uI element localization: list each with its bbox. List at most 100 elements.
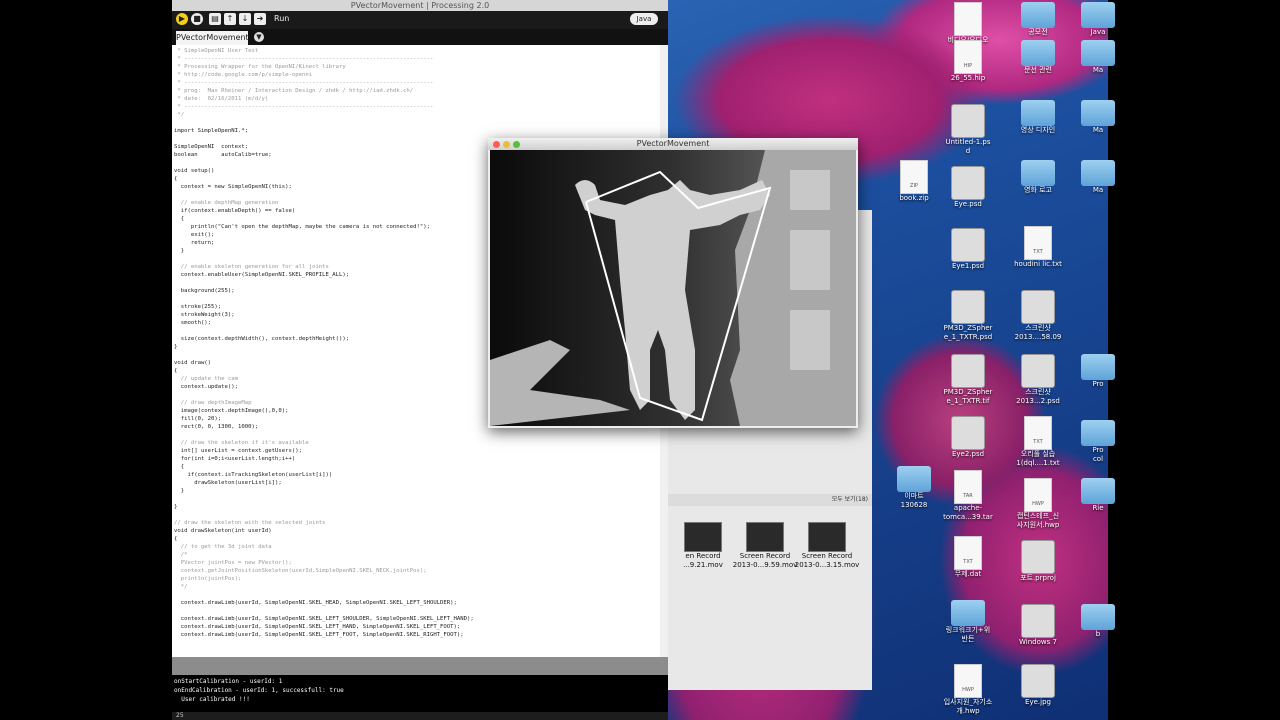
code-line: drawSkeleton(userList[i]); xyxy=(174,480,282,486)
ide-title: PVectorMovement | Processing 2.0 xyxy=(172,0,668,11)
video-thumbnail[interactable] xyxy=(808,522,846,552)
left-letterbox xyxy=(0,0,172,720)
code-line: for(int i=0;i<userList.length;i++) xyxy=(174,456,296,462)
desktop-icon[interactable]: HWP 캡틴스테프_신 사지원서.hwp xyxy=(1008,478,1068,530)
code-line: void drawSkeleton(int userId) xyxy=(174,528,272,534)
run-icon[interactable]: ▶ xyxy=(176,13,188,25)
desktop-icon[interactable]: 영화 로고 xyxy=(1008,160,1068,195)
desktop-icon-label: Rie xyxy=(1092,504,1104,512)
finder-view-all[interactable]: 모두 보기(18) xyxy=(668,494,872,506)
desktop-icon[interactable]: Pro col xyxy=(1068,420,1128,464)
code-line: void setup() xyxy=(174,168,215,174)
code-line: // draw the skeleton if it's available xyxy=(174,440,309,446)
close-button[interactable] xyxy=(493,141,500,148)
desktop-icon[interactable]: 링크워크기+위 반든 xyxy=(938,600,998,644)
desktop-icon[interactable]: 이마트 130628 xyxy=(884,466,944,510)
desktop-icon[interactable]: Eye1.psd xyxy=(938,228,998,271)
desktop-icon[interactable]: 스크린샷 2013...2.psd xyxy=(1008,354,1068,406)
desktop-icon-label: Eye.jpg xyxy=(1025,698,1051,706)
desktop-icon[interactable]: ZIP book.zip xyxy=(884,160,944,203)
finder-item-label[interactable]: Screen Record 2013-0...3.15.mov xyxy=(792,552,862,570)
desktop-icon-label: 캡틴스테프_신 사지원서.hwp xyxy=(1016,512,1060,529)
folder-icon xyxy=(1021,160,1055,186)
export-icon[interactable]: ➜ xyxy=(254,13,266,25)
document-icon: HWP xyxy=(1024,478,1052,512)
desktop-icon[interactable]: 포트.prproj xyxy=(1008,540,1068,583)
desktop-icon[interactable]: Eye.jpg xyxy=(1008,664,1068,707)
sketch-title: PVectorMovement xyxy=(488,138,858,150)
desktop-icon[interactable]: Untitled-1.ps d xyxy=(938,104,998,156)
code-line: // draw the skeleton with the selected j… xyxy=(174,520,326,526)
code-line: rect(0, 0, 1300, 1000); xyxy=(174,424,259,430)
finder-item-label[interactable]: en Record ...9.21.mov xyxy=(668,552,738,570)
save-icon[interactable]: ↓ xyxy=(239,13,251,25)
code-line: println("Can't open the depthMap, maybe … xyxy=(174,224,430,230)
desktop-icon[interactable]: 공모전 xyxy=(1008,2,1068,37)
desktop-icon[interactable]: TXT houdini lic.txt xyxy=(1008,226,1068,269)
desktop-icon[interactable]: TXT 오리풀 실습 1(dql....1.txt xyxy=(1008,416,1068,468)
image-file-icon xyxy=(951,416,985,450)
console-line: onEndCalibration - userId: 1, successful… xyxy=(174,687,344,694)
desktop-icon[interactable]: Ma xyxy=(1068,100,1128,135)
video-thumbnail[interactable] xyxy=(746,522,784,552)
code-line: * --------------------------------------… xyxy=(174,56,434,62)
document-icon: TXT xyxy=(1024,416,1052,450)
desktop-icon-label: 26_55.hip xyxy=(950,74,986,82)
code-line: * date: 02/16/2011 (m/d/y) xyxy=(174,96,269,102)
code-line: context.enableUser(SimpleOpenNI.SKEL_PRO… xyxy=(174,272,350,278)
open-icon[interactable]: ↑ xyxy=(224,13,236,25)
folder-icon xyxy=(1081,604,1115,630)
image-file-icon xyxy=(951,166,985,200)
desktop-icon[interactable]: 영상 디자인 xyxy=(1008,100,1068,135)
code-line: // enable skeleton generation for all jo… xyxy=(174,264,329,270)
desktop-icon[interactable]: Java xyxy=(1068,2,1128,37)
desktop-icon-label: Windows 7 xyxy=(1019,638,1057,646)
finder-item-name: Screen Record xyxy=(739,552,791,560)
desktop-icon-label: 포트.prproj xyxy=(1020,574,1056,582)
desktop-icon[interactable]: Ma xyxy=(1068,160,1128,195)
desktop-icon[interactable]: 스크린샷 2013....58.09 xyxy=(1008,290,1068,342)
desktop-icon-label: Eye2.psd xyxy=(951,450,985,458)
tab-menu-icon[interactable]: ▼ xyxy=(254,32,264,42)
minimize-button[interactable] xyxy=(503,141,510,148)
zoom-button[interactable] xyxy=(513,141,520,148)
finder-item-file: 2013-0...3.15.mov xyxy=(794,561,860,569)
folder-icon xyxy=(1081,420,1115,446)
code-line: PVector jointPos = new PVector(); xyxy=(174,560,292,566)
code-line: { xyxy=(174,176,178,182)
desktop-icon[interactable]: TXT 무제.dat xyxy=(938,536,998,579)
desktop-icon[interactable]: PM3D_ZSpher e_1_TXTR.tif xyxy=(938,354,998,406)
desktop-icon[interactable]: PM3D_ZSpher e_1_TXTR.psd xyxy=(938,290,998,342)
code-line: exit(); xyxy=(174,232,215,238)
mode-selector[interactable]: Java xyxy=(630,13,658,25)
desktop-icon-label: Ma xyxy=(1092,126,1104,134)
desktop-icon[interactable]: Rie xyxy=(1068,478,1128,513)
code-line: * http://code.google.com/p/simple-openni xyxy=(174,72,313,78)
video-thumbnail[interactable] xyxy=(684,522,722,552)
desktop-icon[interactable]: Eye.psd xyxy=(938,166,998,209)
finder-item-name: Screen Record xyxy=(801,552,853,560)
desktop-icon[interactable]: TAR apache- tomca...39.tar xyxy=(938,470,998,522)
document-icon: TXT xyxy=(954,536,982,570)
desktop-icon[interactable]: 문선 관련 xyxy=(1008,40,1068,75)
file-type-tag: TXT xyxy=(1033,439,1043,445)
line-number: 25 xyxy=(176,712,184,719)
tab-pvectormovement[interactable]: PVectorMovement xyxy=(176,31,249,45)
code-line: // draw depthImageMap xyxy=(174,400,252,406)
file-type-tag: TAR xyxy=(963,493,973,499)
stop-icon[interactable]: ■ xyxy=(191,13,203,25)
desktop-icon[interactable]: HWP 입사지원_자기소 개.hwp xyxy=(938,664,998,716)
desktop-icon[interactable]: HIP 26_55.hip xyxy=(938,40,998,83)
desktop-icon[interactable]: b xyxy=(1068,604,1128,639)
desktop-icon[interactable]: Windows 7 xyxy=(1008,604,1068,647)
desktop-icon-label: 입사지원_자기소 개.hwp xyxy=(943,698,993,715)
desktop-icon[interactable]: Ma xyxy=(1068,40,1128,75)
desktop-icon-label: Pro xyxy=(1092,380,1104,388)
new-icon[interactable]: ▤ xyxy=(209,13,221,25)
folder-icon xyxy=(1021,100,1055,126)
desktop-icon[interactable]: Eye2.psd xyxy=(938,416,998,459)
desktop-icon[interactable]: Pro xyxy=(1068,354,1128,389)
desktop-icon-label: houdini lic.txt xyxy=(1014,260,1062,268)
finder-item-label[interactable]: Screen Record 2013-0...9.59.mov xyxy=(730,552,800,570)
desktop-icon-label: 공모전 xyxy=(1028,28,1048,36)
